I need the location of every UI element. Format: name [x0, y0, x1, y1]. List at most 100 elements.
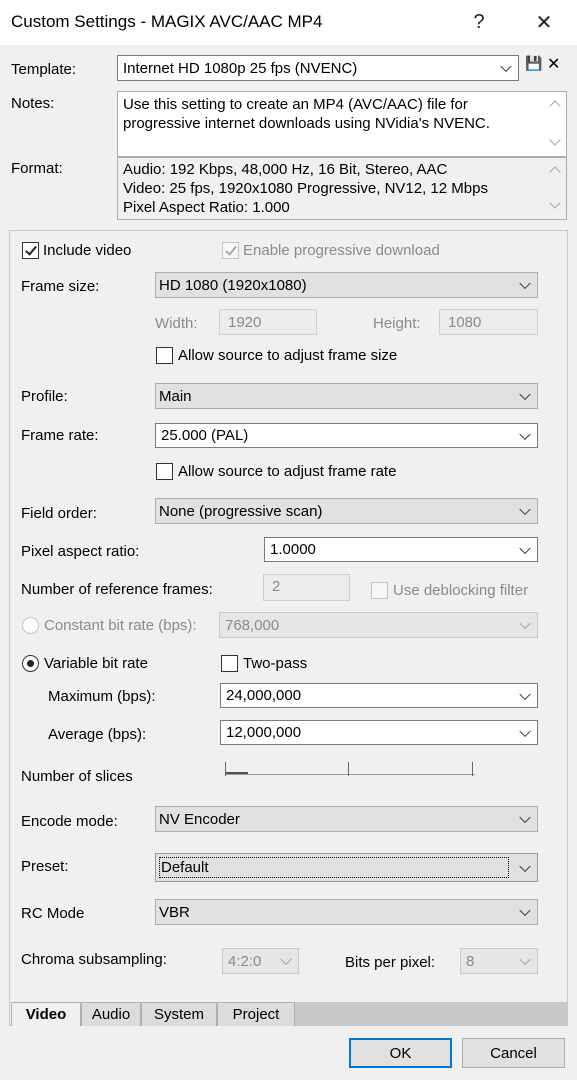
tab-system[interactable]: System	[141, 1002, 217, 1026]
tab-project[interactable]: Project	[217, 1002, 295, 1026]
cbr-combo[interactable]: 768,000	[219, 612, 538, 638]
chevron-down-icon	[519, 542, 531, 554]
chevron-down-icon	[519, 811, 531, 824]
save-icon[interactable]: 💾	[525, 55, 542, 72]
chevron-down-icon	[519, 503, 531, 516]
deblocking-label: Use deblocking filter	[393, 582, 529, 599]
preset-value: Default	[159, 857, 509, 878]
encode-mode-combo[interactable]: NV Encoder	[155, 806, 538, 832]
slices-slider[interactable]	[224, 760, 476, 790]
allow-frame-size-checkbox[interactable]	[156, 347, 173, 364]
maximum-label: Maximum (bps):	[48, 688, 156, 705]
frame-size-value: HD 1080 (1920x1080)	[159, 276, 307, 294]
ref-frames-field[interactable]: 2	[263, 574, 350, 601]
notes-text: Use this setting to create an MP4 (AVC/A…	[123, 96, 490, 132]
chevron-down-icon	[519, 277, 531, 290]
include-video-label: Include video	[43, 242, 132, 259]
ok-button[interactable]: OK	[349, 1038, 452, 1068]
width-field[interactable]: 1920	[219, 309, 317, 335]
average-combo[interactable]: 12,000,000	[220, 720, 538, 745]
bits-per-pixel-label: Bits per pixel:	[345, 954, 436, 971]
height-field[interactable]: 1080	[439, 309, 538, 335]
tab-video[interactable]: Video	[11, 1002, 81, 1026]
format-line: Video: 25 fps, 1920x1080 Progressive, NV…	[123, 180, 488, 197]
deblocking-checkbox[interactable]	[371, 582, 388, 599]
chevron-down-icon	[519, 725, 531, 737]
chevron-down-icon	[519, 428, 531, 440]
format-label: Format:	[11, 160, 63, 177]
chroma-combo[interactable]: 4:2:0	[222, 948, 299, 974]
field-order-value: None (progressive scan)	[159, 502, 323, 520]
template-value: Internet HD 1080p 25 fps (NVENC)	[123, 59, 358, 77]
two-pass-checkbox[interactable]	[221, 655, 238, 672]
cbr-value: 768,000	[225, 616, 280, 634]
format-line: Audio: 192 Kbps, 48,000 Hz, 16 Bit, Ster…	[123, 161, 448, 178]
maximum-combo[interactable]: 24,000,000	[220, 683, 538, 708]
notes-label: Notes:	[11, 95, 55, 112]
pixel-aspect-label: Pixel aspect ratio:	[21, 543, 140, 560]
preset-combo[interactable]: Default	[155, 853, 538, 882]
notes-textarea[interactable]: Use this setting to create an MP4 (AVC/A…	[117, 91, 567, 157]
slider-tick	[348, 762, 349, 776]
scroll-down-icon[interactable]	[549, 134, 561, 146]
allow-frame-rate-label: Allow source to adjust frame rate	[178, 463, 397, 480]
progressive-download-checkbox[interactable]	[222, 242, 239, 259]
frame-size-combo[interactable]: HD 1080 (1920x1080)	[155, 272, 538, 298]
format-scrollbar[interactable]	[544, 158, 566, 219]
help-button[interactable]: ?	[453, 0, 505, 45]
pixel-aspect-value: 1.0000	[270, 541, 316, 558]
encode-mode-value: NV Encoder	[159, 810, 240, 828]
rc-mode-value: VBR	[159, 903, 190, 921]
progressive-download-label: Enable progressive download	[243, 242, 440, 259]
slider-tick	[472, 762, 473, 776]
profile-combo[interactable]: Main	[155, 383, 538, 409]
bits-per-pixel-combo[interactable]: 8	[460, 948, 538, 974]
rc-mode-combo[interactable]: VBR	[155, 899, 538, 925]
checkmark-icon	[25, 243, 37, 256]
template-combo[interactable]: Internet HD 1080p 25 fps (NVENC)	[117, 55, 519, 81]
chevron-down-icon	[519, 388, 531, 401]
height-label: Height:	[373, 315, 421, 332]
allow-frame-rate-checkbox[interactable]	[156, 463, 173, 480]
close-button[interactable]: ✕	[518, 0, 570, 45]
cancel-button[interactable]: Cancel	[462, 1038, 565, 1068]
vbr-radio[interactable]	[22, 655, 39, 672]
scroll-up-icon[interactable]	[549, 100, 561, 112]
chevron-down-icon	[500, 60, 512, 73]
field-order-combo[interactable]: None (progressive scan)	[155, 498, 538, 524]
chevron-down-icon	[519, 953, 531, 966]
average-value: 12,000,000	[226, 724, 302, 741]
tab-strip-filler	[295, 1002, 567, 1026]
slices-label: Number of slices	[21, 768, 133, 785]
vbr-label: Variable bit rate	[44, 655, 148, 672]
chroma-value: 4:2:0	[228, 952, 262, 970]
pixel-aspect-combo[interactable]: 1.0000	[264, 537, 538, 562]
format-line: Pixel Aspect Ratio: 1.000	[123, 199, 290, 216]
chevron-down-icon	[519, 688, 531, 700]
chroma-label: Chroma subsampling:	[21, 951, 167, 968]
width-label: Width:	[155, 315, 198, 332]
two-pass-label: Two-pass	[243, 655, 308, 672]
cbr-radio[interactable]	[22, 617, 39, 634]
allow-frame-size-label: Allow source to adjust frame size	[178, 347, 398, 364]
profile-value: Main	[159, 387, 192, 405]
field-order-label: Field order:	[21, 505, 97, 522]
bits-per-pixel-value: 8	[466, 952, 475, 970]
template-label: Template:	[11, 61, 77, 78]
delete-icon[interactable]: ✕	[547, 54, 560, 74]
frame-size-label: Frame size:	[21, 278, 100, 295]
frame-rate-value: 25.000 (PAL)	[161, 427, 249, 444]
radio-dot-icon	[27, 660, 34, 667]
scroll-down-icon[interactable]	[549, 197, 561, 209]
slider-thumb[interactable]	[226, 772, 248, 774]
notes-scrollbar[interactable]	[544, 92, 566, 156]
include-video-checkbox[interactable]	[22, 242, 39, 259]
chevron-down-icon	[280, 953, 292, 966]
frame-rate-combo[interactable]: 25.000 (PAL)	[155, 423, 538, 448]
slider-tick	[225, 762, 226, 776]
scroll-up-icon[interactable]	[549, 166, 561, 178]
tab-audio[interactable]: Audio	[81, 1002, 141, 1026]
maximum-value: 24,000,000	[226, 687, 302, 704]
chevron-down-icon	[519, 904, 531, 917]
chevron-down-icon	[519, 860, 531, 872]
